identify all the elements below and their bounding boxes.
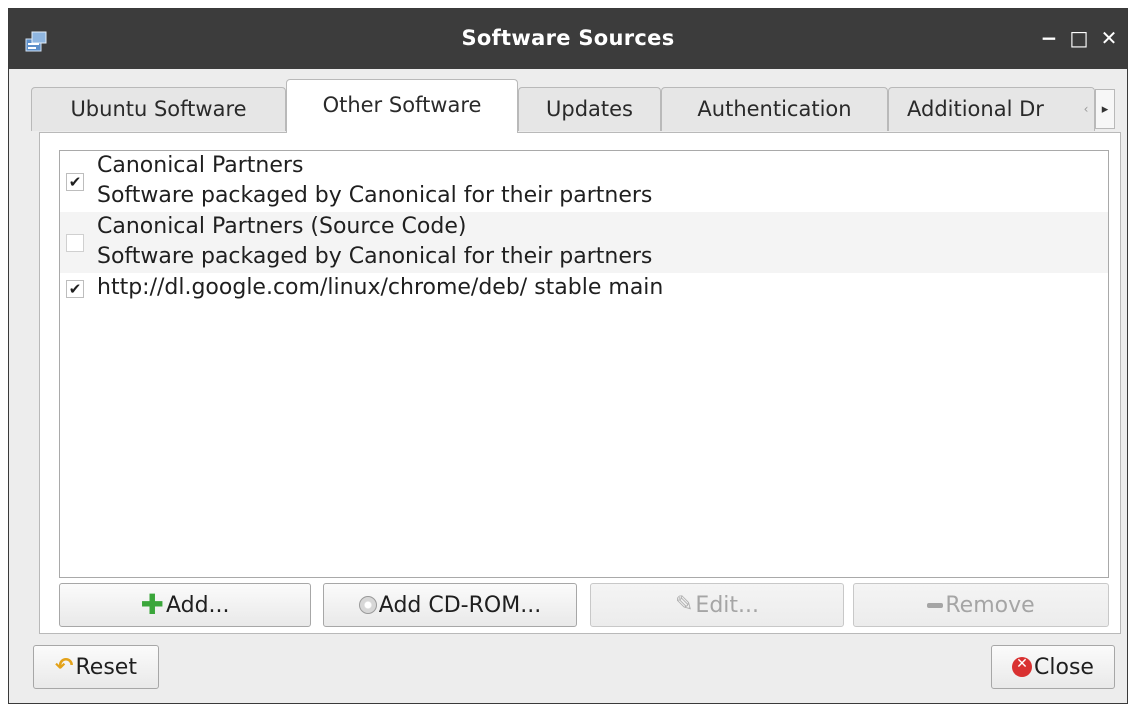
remove-button-label: Remove [945, 592, 1035, 618]
add-button[interactable]: ✚ Add... [59, 583, 311, 627]
tab-authentication[interactable]: Authentication [661, 87, 888, 131]
close-button[interactable]: ✕ Close [991, 645, 1115, 689]
add-button-label: Add... [165, 592, 230, 618]
pencil-icon: ✎ [674, 592, 694, 617]
revert-icon: ↶ [55, 654, 74, 679]
tab-additional-drivers[interactable]: Additional Dr [888, 87, 1095, 131]
tab-bar: Ubuntu Software Other Software Updates A… [31, 79, 1119, 133]
reset-button-label: Reset [75, 654, 137, 680]
tab-ubuntu-software[interactable]: Ubuntu Software [31, 87, 286, 131]
add-cdrom-button[interactable]: Add CD-ROM... [323, 583, 577, 627]
software-sources-window: Software Sources − □ ✕ Ubuntu Software O… [8, 8, 1128, 704]
remove-button[interactable]: Remove [853, 583, 1109, 627]
tab-updates[interactable]: Updates [518, 87, 661, 131]
source-description: Software packaged by Canonical for their… [97, 244, 653, 269]
other-software-panel: ✔ Canonical Partners Software packaged b… [39, 132, 1121, 634]
tab-additional-drivers-label: Additional Dr [907, 97, 1044, 121]
close-window-button[interactable]: ✕ [1097, 23, 1121, 53]
tab-scroll-left-icon[interactable]: ‹ [1077, 89, 1095, 129]
minimize-button[interactable]: − [1037, 23, 1061, 53]
window-title: Software Sources [461, 26, 675, 50]
tab-other-software[interactable]: Other Software [286, 79, 518, 133]
cdrom-icon [358, 596, 377, 614]
close-button-label: Close [1034, 654, 1094, 680]
source-row[interactable]: Canonical Partners (Source Code) Softwar… [60, 212, 1108, 273]
close-circle-icon: ✕ [1012, 657, 1033, 677]
source-checkbox[interactable]: ✔ [66, 173, 84, 191]
reset-button[interactable]: ↶ Reset [33, 645, 159, 689]
minus-icon [927, 602, 944, 608]
source-name: Canonical Partners (Source Code) [97, 214, 467, 239]
edit-button[interactable]: ✎ Edit... [590, 583, 844, 627]
source-name: Canonical Partners [97, 153, 304, 178]
title-bar[interactable]: Software Sources − □ ✕ [9, 9, 1127, 69]
source-row[interactable]: ✔ Canonical Partners Software packaged b… [60, 151, 1108, 212]
source-description: Software packaged by Canonical for their… [97, 183, 653, 208]
add-cdrom-button-label: Add CD-ROM... [378, 592, 542, 618]
plus-icon: ✚ [140, 588, 164, 621]
tab-scroll-right-icon[interactable]: ▸ [1095, 89, 1115, 129]
edit-button-label: Edit... [695, 592, 760, 618]
source-checkbox[interactable] [66, 234, 84, 252]
source-name: http://dl.google.com/linux/chrome/deb/ s… [97, 275, 664, 300]
maximize-button[interactable]: □ [1067, 23, 1091, 53]
sources-list[interactable]: ✔ Canonical Partners Software packaged b… [59, 150, 1109, 578]
source-checkbox[interactable]: ✔ [66, 280, 84, 298]
source-row[interactable]: ✔ http://dl.google.com/linux/chrome/deb/… [60, 273, 1108, 304]
